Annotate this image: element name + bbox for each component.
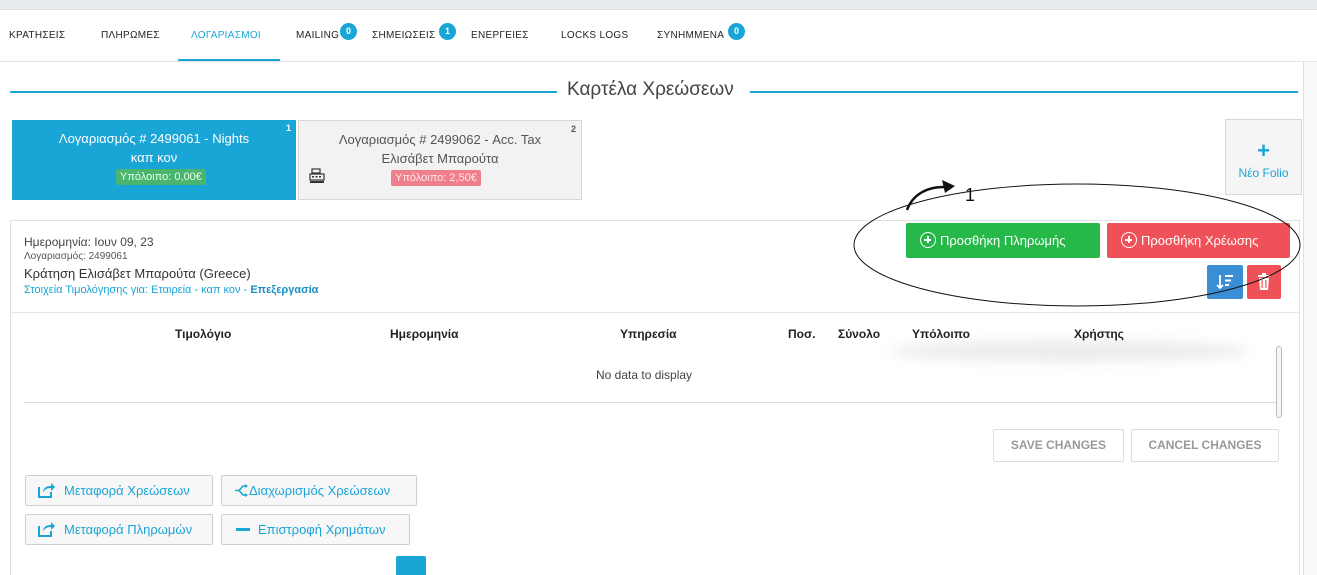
share-icon bbox=[38, 483, 55, 498]
split-charges-label: Διαχωρισμός Χρεώσεων bbox=[249, 483, 391, 498]
top-strip bbox=[0, 0, 1317, 10]
folio-title: Λογαριασμός # 2499062 - Acc. Tax bbox=[338, 132, 542, 147]
grid-header-shadow bbox=[890, 340, 1250, 362]
split-charges-button[interactable]: Διαχωρισμός Χρεώσεων bbox=[221, 475, 417, 506]
sort-icon bbox=[1216, 275, 1233, 290]
folio-card-1[interactable]: 1 Λογαριασμός # 2499061 - Nights καπ κον… bbox=[12, 120, 296, 200]
tab-actions[interactable]: ΕΝΕΡΓΕΙΕΣ bbox=[471, 10, 529, 62]
billing-info: Στοιχεία Τιμολόγησης για: Εταιρεία - καπ… bbox=[24, 284, 318, 296]
folio-title: Λογαριασμός # 2499061 - Nights bbox=[58, 131, 250, 146]
tab-payments[interactable]: ΠΛΗΡΩΜΕΣ bbox=[101, 10, 160, 62]
annotation-number: 1 bbox=[965, 185, 976, 205]
tab-accounts[interactable]: ΛΟΓΑΡΙΑΣΜΟΙ bbox=[191, 10, 261, 62]
tab-attachments[interactable]: ΣΥΝΗΜΜΕΝΑ bbox=[657, 10, 724, 62]
save-changes-button[interactable]: SAVE CHANGES bbox=[993, 429, 1124, 462]
column-header-balance[interactable]: Υπόλοιπο bbox=[912, 327, 970, 341]
folio-holder: καπ κον bbox=[130, 150, 178, 165]
transfer-payments-label: Μεταφορά Πληρωμών bbox=[64, 522, 193, 537]
column-header-date[interactable]: Ημερομηνία bbox=[390, 327, 459, 341]
tab-locks-logs[interactable]: LOCKS LOGS bbox=[561, 10, 628, 62]
grid-empty-message: No data to display bbox=[596, 368, 693, 382]
folio-balance-badge: Υπόλοιπο: 0,00€ bbox=[116, 169, 206, 185]
folio-holder: Ελισάβετ Μπαρούτα bbox=[381, 151, 499, 166]
circle-plus-icon bbox=[920, 232, 936, 248]
sort-button[interactable] bbox=[1207, 265, 1243, 299]
minus-icon bbox=[236, 528, 250, 531]
cash-register-icon bbox=[309, 168, 325, 183]
column-header-quantity[interactable]: Ποσ. bbox=[788, 327, 816, 341]
section-divider-left bbox=[10, 91, 557, 93]
tab-bar: ΚΡΑΤΗΣΕΙΣ ΠΛΗΡΩΜΕΣ ΛΟΓΑΡΙΑΣΜΟΙ MAILING 0… bbox=[0, 10, 1317, 62]
grid-divider bbox=[10, 312, 1300, 313]
folio-account-number: Λογαριασμός: 2499061 bbox=[24, 251, 128, 262]
grid-bottom-border bbox=[24, 402, 1278, 403]
grid-scrollbar[interactable] bbox=[1276, 346, 1282, 418]
transfer-charges-button[interactable]: Μεταφορά Χρεώσεων bbox=[25, 475, 213, 506]
plus-icon: + bbox=[1257, 138, 1270, 163]
notes-count-badge: 1 bbox=[439, 23, 456, 40]
tab-reservations[interactable]: ΚΡΑΤΗΣΕΙΣ bbox=[9, 10, 65, 62]
split-icon bbox=[235, 484, 248, 497]
refund-button[interactable]: Επιστροφή Χρημάτων bbox=[221, 514, 410, 545]
mailing-count-badge: 0 bbox=[340, 23, 357, 40]
transfer-payments-button[interactable]: Μεταφορά Πληρωμών bbox=[25, 514, 213, 545]
column-header-invoice[interactable]: Τιμολόγιο bbox=[175, 327, 231, 341]
column-header-total[interactable]: Σύνολο bbox=[838, 327, 880, 341]
transfer-charges-label: Μεταφορά Χρεώσεων bbox=[64, 483, 190, 498]
add-payment-button[interactable]: Προσθήκη Πληρωμής bbox=[906, 223, 1100, 258]
folio-balance-badge: Υπόλοιπο: 2,50€ bbox=[391, 170, 481, 186]
billing-edit-link[interactable]: Επεξεργασία bbox=[250, 284, 318, 296]
section-title: Καρτέλα Χρεώσεων bbox=[567, 79, 734, 100]
page-scrollbar[interactable] bbox=[1303, 62, 1317, 575]
add-payment-label: Προσθήκη Πληρωμής bbox=[940, 233, 1066, 248]
add-charge-button[interactable]: Προσθήκη Χρέωσης bbox=[1107, 223, 1290, 258]
refund-label: Επιστροφή Χρημάτων bbox=[258, 522, 386, 537]
attachments-count-badge: 0 bbox=[728, 23, 745, 40]
trash-icon bbox=[1258, 273, 1270, 290]
folio-date: Ημερομηνία: Ιουν 09, 23 bbox=[24, 235, 154, 249]
billing-info-text: Στοιχεία Τιμολόγησης για: Εταιρεία - καπ… bbox=[24, 284, 251, 296]
folio-card-2[interactable]: 2 Λογαριασμός # 2499062 - Acc. Tax Ελισά… bbox=[298, 120, 582, 200]
new-folio-button[interactable]: + Νέο Folio bbox=[1225, 119, 1302, 195]
circle-plus-icon bbox=[1121, 232, 1137, 248]
share-icon bbox=[38, 522, 55, 537]
cancel-changes-button[interactable]: CANCEL CHANGES bbox=[1131, 429, 1279, 462]
new-folio-label: Νέο Folio bbox=[1238, 166, 1289, 180]
tab-notes[interactable]: ΣΗΜΕΙΩΣΕΙΣ bbox=[372, 10, 435, 62]
pager-button[interactable] bbox=[396, 556, 426, 575]
active-tab-indicator bbox=[178, 59, 280, 61]
add-charge-label: Προσθήκη Χρέωσης bbox=[1141, 233, 1259, 248]
delete-button[interactable] bbox=[1247, 265, 1281, 299]
column-header-user[interactable]: Χρήστης bbox=[1074, 327, 1124, 341]
section-divider-right bbox=[750, 91, 1298, 93]
column-header-service[interactable]: Υπηρεσία bbox=[620, 327, 677, 341]
tab-mailing[interactable]: MAILING bbox=[296, 10, 339, 62]
reservation-name: Κράτηση Ελισάβετ Μπαρούτα (Greece) bbox=[24, 266, 251, 281]
